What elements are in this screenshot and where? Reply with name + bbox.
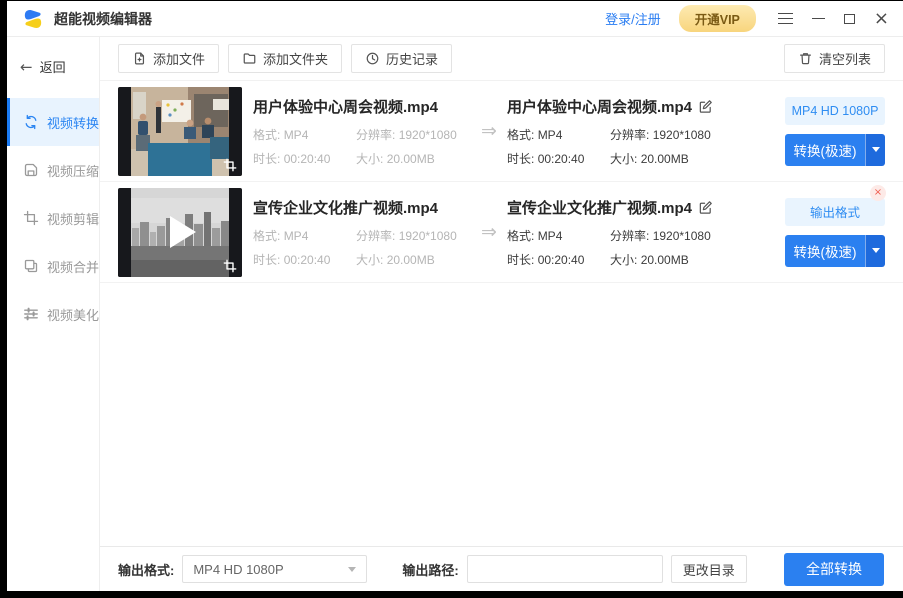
titlebar: 超能视频编辑器 登录/注册 开通VIP × bbox=[7, 1, 903, 37]
clear-list-label: 清空列表 bbox=[819, 49, 871, 68]
history-button[interactable]: 历史记录 bbox=[351, 44, 452, 73]
menu-icon[interactable] bbox=[778, 13, 793, 25]
size-field: 大小: 20.00MB bbox=[356, 150, 471, 167]
size-field: 大小: 20.00MB bbox=[610, 251, 739, 268]
edit-name-icon[interactable] bbox=[698, 200, 713, 215]
app-window: 超能视频编辑器 登录/注册 开通VIP × ← 返回 bbox=[7, 1, 903, 591]
sliders-icon bbox=[23, 306, 39, 322]
edit-name-icon[interactable] bbox=[698, 99, 713, 114]
sidebar-item-label: 视频合并 bbox=[47, 257, 99, 276]
sidebar-item-video-compress[interactable]: 视频压缩 bbox=[7, 146, 99, 194]
source-file-name: 宣传企业文化推广视频.mp4 bbox=[253, 197, 471, 218]
back-label: 返回 bbox=[40, 57, 66, 76]
crop-overlay-icon bbox=[223, 158, 237, 172]
file-list: 用户体验中心周会视频.mp4 格式: MP4 分辨率: 1920*1080 时长… bbox=[100, 81, 903, 283]
size-field: 大小: 20.00MB bbox=[356, 251, 471, 268]
output-format-value: MP4 HD 1080P bbox=[193, 562, 283, 577]
convert-dropdown-button[interactable] bbox=[865, 134, 885, 166]
clear-list-button[interactable]: 清空列表 bbox=[784, 44, 885, 73]
minimize-button[interactable] bbox=[812, 18, 825, 20]
add-file-button[interactable]: 添加文件 bbox=[118, 44, 219, 73]
convert-button-label: 转换(极速) bbox=[785, 134, 865, 166]
format-field: 格式: MP4 bbox=[253, 227, 356, 244]
convert-icon bbox=[23, 114, 39, 130]
login-register-link[interactable]: 登录/注册 bbox=[605, 9, 661, 28]
transfer-arrow-icon: ⇒ bbox=[471, 120, 507, 142]
bottom-bar: 输出格式: MP4 HD 1080P 输出路径: 更改目录 全部转换 bbox=[100, 546, 903, 591]
duration-field: 时长: 00:20:40 bbox=[507, 150, 610, 167]
file-row: 用户体验中心周会视频.mp4 格式: MP4 分辨率: 1920*1080 时长… bbox=[100, 81, 903, 182]
size-field: 大小: 20.00MB bbox=[610, 150, 739, 167]
format-field: 格式: MP4 bbox=[507, 227, 610, 244]
output-format-label: 输出格式: bbox=[118, 560, 174, 579]
format-field: 格式: MP4 bbox=[507, 126, 610, 143]
history-label: 历史记录 bbox=[386, 49, 438, 68]
add-folder-label: 添加文件夹 bbox=[263, 49, 328, 68]
vip-button[interactable]: 开通VIP bbox=[679, 5, 756, 32]
remove-file-button[interactable]: × bbox=[870, 185, 886, 201]
output-path-input[interactable] bbox=[467, 555, 663, 583]
video-thumbnail[interactable] bbox=[118, 188, 242, 277]
change-directory-button[interactable]: 更改目录 bbox=[671, 555, 747, 583]
chevron-down-icon bbox=[348, 567, 356, 572]
app-title: 超能视频编辑器 bbox=[54, 9, 152, 29]
resolution-field: 分辨率: 1920*1080 bbox=[610, 126, 739, 143]
sidebar-item-video-beautify[interactable]: 视频美化 bbox=[7, 290, 99, 338]
convert-button[interactable]: 转换(极速) bbox=[785, 235, 885, 267]
convert-button-label: 转换(极速) bbox=[785, 235, 865, 267]
target-info: 用户体验中心周会视频.mp4 格式: MP4 分辨率: 1920*1080 bbox=[507, 96, 739, 167]
convert-all-button[interactable]: 全部转换 bbox=[784, 553, 884, 586]
format-field: 格式: MP4 bbox=[253, 126, 356, 143]
duration-field: 时长: 00:20:40 bbox=[253, 150, 356, 167]
sidebar-item-label: 视频转换 bbox=[47, 113, 99, 132]
source-info: 宣传企业文化推广视频.mp4 格式: MP4 分辨率: 1920*1080 时长… bbox=[253, 197, 471, 268]
sidebar-item-video-clip[interactable]: 视频剪辑 bbox=[7, 194, 99, 242]
sidebar-item-label: 视频美化 bbox=[47, 305, 99, 324]
sidebar-item-video-convert[interactable]: 视频转换 bbox=[7, 98, 99, 146]
merge-icon bbox=[23, 258, 39, 274]
maximize-button[interactable] bbox=[844, 14, 855, 24]
duration-field: 时长: 00:20:40 bbox=[507, 251, 610, 268]
clock-icon bbox=[365, 51, 380, 66]
target-info: 宣传企业文化推广视频.mp4 格式: MP4 分辨率: 1920*1080 bbox=[507, 197, 739, 268]
convert-dropdown-button[interactable] bbox=[865, 235, 885, 267]
file-row: × bbox=[100, 182, 903, 283]
resolution-field: 分辨率: 1920*1080 bbox=[610, 227, 739, 244]
trash-icon bbox=[798, 51, 813, 66]
output-path-label: 输出路径: bbox=[402, 560, 458, 579]
output-format-button[interactable]: MP4 HD 1080P bbox=[785, 97, 885, 125]
compress-icon bbox=[23, 162, 39, 178]
source-info: 用户体验中心周会视频.mp4 格式: MP4 分辨率: 1920*1080 时长… bbox=[253, 96, 471, 167]
add-folder-button[interactable]: 添加文件夹 bbox=[228, 44, 342, 73]
source-file-name: 用户体验中心周会视频.mp4 bbox=[253, 96, 471, 117]
close-button[interactable]: × bbox=[874, 13, 889, 25]
duration-field: 时长: 00:20:40 bbox=[253, 251, 356, 268]
sidebar-item-label: 视频剪辑 bbox=[47, 209, 99, 228]
chevron-down-icon bbox=[872, 248, 880, 253]
toolbar: 添加文件 添加文件夹 历史记录 bbox=[100, 37, 903, 81]
file-plus-icon bbox=[132, 51, 147, 66]
back-button[interactable]: ← 返回 bbox=[7, 49, 99, 84]
folder-icon bbox=[242, 51, 257, 66]
sidebar-item-label: 视频压缩 bbox=[47, 161, 99, 180]
back-arrow-icon: ← bbox=[20, 58, 33, 76]
empty-area bbox=[100, 283, 903, 546]
convert-button[interactable]: 转换(极速) bbox=[785, 134, 885, 166]
sidebar: ← 返回 视频转换 视频压缩 bbox=[7, 37, 100, 591]
add-file-label: 添加文件 bbox=[153, 49, 205, 68]
crop-overlay-icon bbox=[223, 259, 237, 273]
resolution-field: 分辨率: 1920*1080 bbox=[356, 126, 471, 143]
video-thumbnail[interactable] bbox=[118, 87, 242, 176]
target-file-name: 用户体验中心周会视频.mp4 bbox=[507, 96, 692, 117]
target-file-name: 宣传企业文化推广视频.mp4 bbox=[507, 197, 692, 218]
transfer-arrow-icon: ⇒ bbox=[471, 221, 507, 243]
output-format-button[interactable]: 输出格式 bbox=[785, 198, 885, 226]
chevron-down-icon bbox=[872, 147, 880, 152]
crop-icon bbox=[23, 210, 39, 226]
sidebar-item-video-merge[interactable]: 视频合并 bbox=[7, 242, 99, 290]
output-format-select[interactable]: MP4 HD 1080P bbox=[182, 555, 367, 583]
resolution-field: 分辨率: 1920*1080 bbox=[356, 227, 471, 244]
app-logo-icon bbox=[21, 7, 45, 31]
